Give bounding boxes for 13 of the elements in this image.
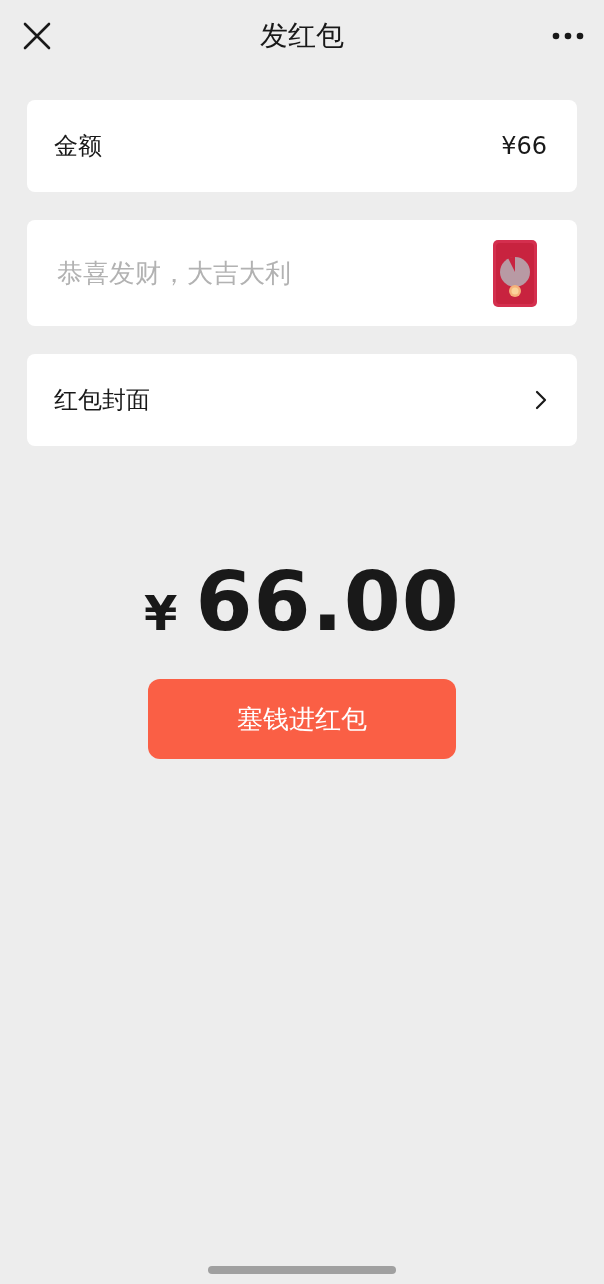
total-amount: 66.00 bbox=[195, 554, 460, 649]
more-icon bbox=[552, 32, 584, 40]
close-button[interactable] bbox=[22, 21, 52, 51]
more-button[interactable] bbox=[552, 32, 584, 40]
amount-field[interactable]: 金额 ¥66 bbox=[27, 100, 577, 192]
amount-value: ¥66 bbox=[501, 132, 547, 160]
close-icon bbox=[22, 21, 52, 51]
cover-label: 红包封面 bbox=[54, 385, 150, 416]
amount-label: 金额 bbox=[54, 131, 102, 162]
page-title: 发红包 bbox=[260, 18, 344, 54]
cover-row[interactable]: 红包封面 bbox=[27, 354, 577, 446]
currency-symbol: ¥ bbox=[144, 585, 178, 641]
chevron-right-icon bbox=[535, 390, 547, 410]
